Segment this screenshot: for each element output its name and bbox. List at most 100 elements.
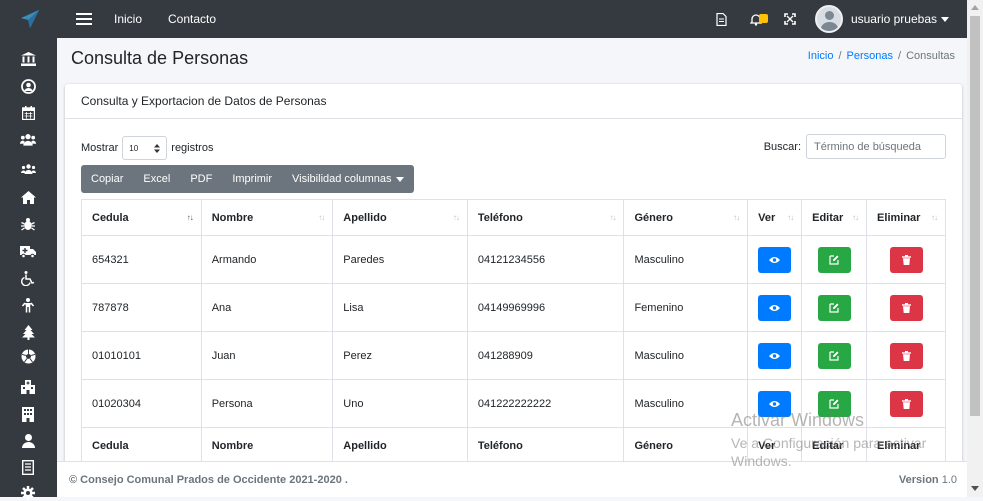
editar-button[interactable] bbox=[817, 246, 851, 273]
eye-icon bbox=[769, 256, 781, 263]
users-small-icon[interactable] bbox=[20, 161, 36, 177]
footer-copyright: © Consejo Comunal Prados de Occidente 20… bbox=[69, 473, 348, 486]
building-icon[interactable] bbox=[20, 406, 36, 422]
table-row: 787878 Ana Lisa 04149969996 Femenino bbox=[81, 283, 946, 332]
ver-button[interactable] bbox=[758, 294, 792, 321]
column-header-label: Teléfono bbox=[477, 211, 523, 224]
editar-button[interactable] bbox=[817, 294, 851, 321]
calendar-icon[interactable] bbox=[20, 105, 36, 121]
ver-button[interactable] bbox=[758, 342, 792, 369]
export-button-group: Copiar Excel PDF Imprimir Visibilidad co… bbox=[81, 165, 414, 193]
nav-inicio-link[interactable]: Inicio bbox=[114, 12, 142, 26]
page-footer: © Consejo Comunal Prados de Occidente 20… bbox=[57, 461, 967, 497]
cell-apellido: Paredes bbox=[332, 235, 468, 284]
cell-editar bbox=[801, 379, 868, 428]
home-icon[interactable] bbox=[20, 189, 36, 205]
avatar bbox=[814, 5, 843, 33]
column-header-genero[interactable]: Género ↑↓ bbox=[623, 199, 749, 236]
eliminar-button[interactable] bbox=[889, 342, 923, 369]
trash-icon bbox=[901, 302, 911, 313]
list-icon[interactable] bbox=[20, 459, 36, 475]
search-input[interactable] bbox=[806, 134, 946, 159]
chevron-down-icon bbox=[395, 176, 404, 182]
breadcrumb-inicio-link[interactable]: Inicio bbox=[808, 50, 834, 62]
page-length-select[interactable]: 10 bbox=[122, 136, 168, 160]
column-footer-ver: Ver bbox=[747, 427, 803, 464]
column-header-nombre[interactable]: Nombre ↑↓ bbox=[200, 199, 334, 236]
user-circle-icon[interactable] bbox=[20, 78, 36, 94]
sidebar bbox=[0, 38, 57, 500]
brand-logo[interactable] bbox=[0, 0, 60, 38]
edit-icon bbox=[829, 254, 839, 265]
ver-button[interactable] bbox=[758, 390, 792, 417]
cell-cedula: 787878 bbox=[81, 283, 202, 332]
sort-icon: ↑↓ bbox=[852, 213, 859, 222]
table-footer-row: Cedula Nombre Apellido Teléfono Género V… bbox=[81, 427, 946, 464]
scroll-thumb[interactable] bbox=[970, 16, 980, 416]
page-scrollbar[interactable] bbox=[967, 0, 983, 497]
editar-button[interactable] bbox=[817, 390, 851, 417]
breadcrumb-personas-link[interactable]: Personas bbox=[847, 50, 893, 62]
column-header-ver[interactable]: Ver ↑↓ bbox=[747, 199, 803, 236]
cell-apellido: Perez bbox=[332, 331, 468, 380]
expand-icon[interactable] bbox=[773, 0, 807, 38]
personas-table: Cedula ↑↓ Nombre ↑↓ Apellido ↑↓ Teléfono ↑↓ … bbox=[81, 199, 946, 464]
column-header-cedula[interactable]: Cedula ↑↓ bbox=[81, 199, 202, 236]
bell-icon[interactable] bbox=[739, 0, 773, 38]
imprimir-button[interactable]: Imprimir bbox=[222, 165, 282, 193]
column-header-telefono[interactable]: Teléfono ↑↓ bbox=[466, 199, 625, 236]
users-icon[interactable] bbox=[20, 131, 36, 147]
footer-version: Version 1.0 bbox=[899, 474, 957, 486]
copiar-button[interactable]: Copiar bbox=[81, 165, 133, 193]
visibilidad-columnas-label: Visibilidad columnas bbox=[292, 173, 392, 185]
ambulance-icon[interactable] bbox=[20, 243, 36, 259]
column-header-eliminar[interactable]: Eliminar ↑↓ bbox=[866, 199, 946, 236]
gear-icon[interactable] bbox=[20, 485, 36, 501]
cell-nombre: Ana bbox=[200, 283, 334, 332]
child-icon[interactable] bbox=[20, 297, 36, 313]
trash-icon bbox=[901, 398, 911, 409]
column-header-label: Apellido bbox=[343, 211, 387, 224]
cell-editar bbox=[801, 331, 868, 380]
cell-eliminar bbox=[866, 235, 946, 284]
top-navbar: Inicio Contacto usuario pruebas bbox=[0, 0, 967, 38]
bank-icon[interactable] bbox=[20, 51, 36, 67]
football-icon[interactable] bbox=[20, 348, 36, 364]
table-row: 01020304 Persona Uno 041222222222 Masculino bbox=[81, 379, 946, 428]
sort-asc-icon: ↑↓ bbox=[186, 213, 194, 222]
sort-updown-icon bbox=[154, 143, 161, 153]
cell-eliminar bbox=[866, 331, 946, 380]
cell-ver bbox=[747, 379, 803, 428]
edit-icon bbox=[829, 302, 839, 313]
eliminar-button[interactable] bbox=[889, 246, 923, 273]
bug-icon[interactable] bbox=[20, 216, 36, 232]
eliminar-button[interactable] bbox=[889, 390, 923, 417]
scroll-down-icon[interactable] bbox=[971, 486, 979, 491]
nav-contacto-link[interactable]: Contacto bbox=[168, 12, 216, 26]
visibilidad-columnas-button[interactable]: Visibilidad columnas bbox=[282, 165, 413, 193]
user-menu[interactable]: usuario pruebas bbox=[814, 5, 949, 33]
scroll-up-icon[interactable] bbox=[971, 5, 979, 10]
ver-button[interactable] bbox=[758, 246, 792, 273]
wheelchair-icon[interactable] bbox=[20, 270, 36, 286]
sort-icon: ↑↓ bbox=[931, 213, 938, 222]
editar-button[interactable] bbox=[817, 342, 851, 369]
table-body: 654321 Armando Paredes 04121234556 Masculino… bbox=[81, 235, 946, 428]
menu-toggle-icon[interactable] bbox=[76, 13, 92, 25]
eye-icon bbox=[769, 400, 781, 407]
column-header-editar[interactable]: Editar ↑↓ bbox=[801, 199, 868, 236]
cell-cedula: 654321 bbox=[81, 235, 202, 284]
breadcrumb-separator: / bbox=[898, 50, 902, 62]
hospital-icon[interactable] bbox=[20, 379, 36, 395]
eliminar-button[interactable] bbox=[889, 294, 923, 321]
eye-icon bbox=[769, 352, 781, 359]
excel-button[interactable]: Excel bbox=[133, 165, 180, 193]
column-header-apellido[interactable]: Apellido ↑↓ bbox=[332, 199, 468, 236]
user-icon[interactable] bbox=[20, 433, 36, 449]
cell-nombre: Persona bbox=[200, 379, 334, 428]
file-icon[interactable] bbox=[705, 0, 739, 38]
pdf-button[interactable]: PDF bbox=[180, 165, 222, 193]
tree-icon[interactable] bbox=[20, 324, 36, 340]
cell-telefono: 04121234556 bbox=[466, 235, 625, 284]
length-suffix-label: registros bbox=[171, 142, 214, 154]
